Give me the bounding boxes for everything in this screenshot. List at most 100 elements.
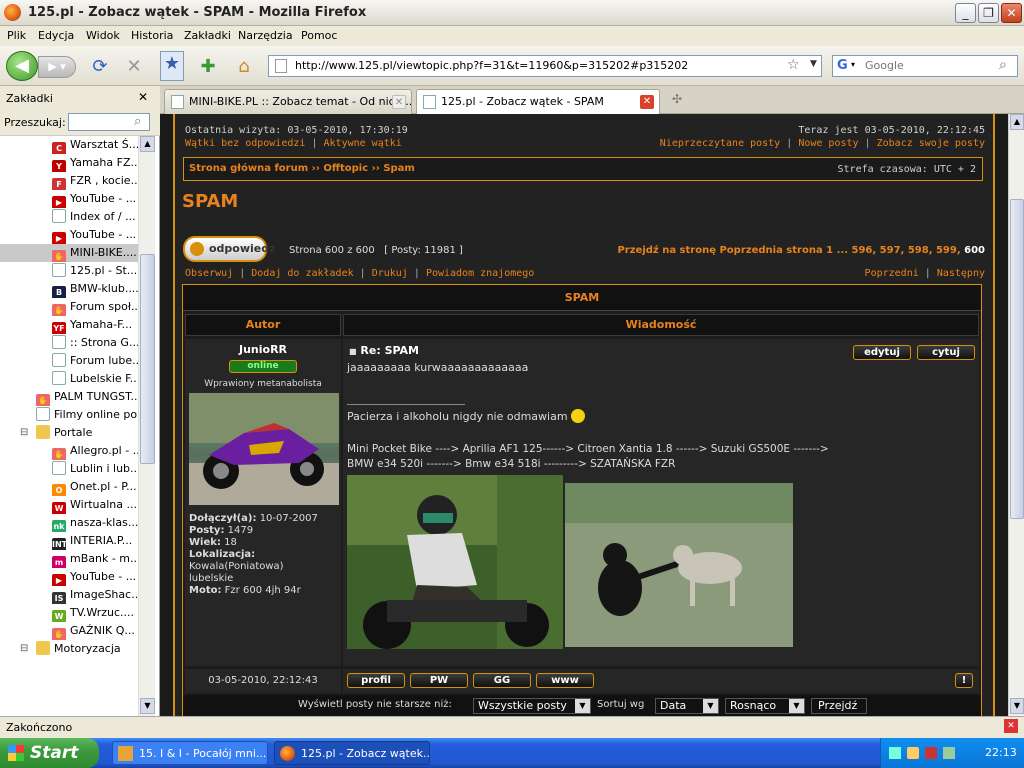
tray-volume-icon[interactable] (907, 747, 919, 759)
edit-button[interactable]: edytuj (853, 345, 911, 360)
back-button[interactable]: ◀ (6, 51, 38, 81)
bookmark-star-icon[interactable]: ★ (160, 51, 184, 81)
search-bar[interactable]: G ▾ ⌕ (832, 55, 1018, 77)
next-topic-link[interactable]: Następny (937, 268, 985, 279)
link-unanswered[interactable]: Wątki bez odpowiedzi (185, 138, 305, 149)
close-window-button[interactable]: ✕ (1001, 3, 1022, 23)
link-unread[interactable]: Nieprzeczytane posty (660, 138, 780, 149)
bookmark-item[interactable]: 125.pl - St... (0, 262, 138, 280)
google-icon[interactable]: G (837, 58, 848, 73)
tab-125pl[interactable]: 125.pl - Zobacz wątek - SPAM ✕ (416, 89, 660, 115)
scroll-down-icon[interactable]: ▼ (1010, 698, 1024, 714)
bookmark-link[interactable]: Dodaj do zakładek (251, 268, 353, 279)
star-icon[interactable]: ☆ (787, 57, 800, 73)
topic-title[interactable]: SPAM (182, 191, 238, 212)
page-link[interactable]: 598 (908, 245, 929, 256)
tray-network-icon[interactable] (889, 747, 901, 759)
tab-mini-bike[interactable]: MINI-BIKE.PL :: Zobacz temat - Od nich..… (164, 89, 412, 114)
bookmark-item[interactable]: ✋ PALM TUNGST... (0, 388, 138, 406)
bookmark-item[interactable]: ✋ MINI-BIKE.... (0, 244, 138, 262)
bookmark-item[interactable]: Index of / ... (0, 208, 138, 226)
author-name[interactable]: JunioRR (185, 343, 341, 356)
sort-order-select[interactable]: Rosnąco ▼ (725, 698, 805, 714)
folder-toggle-icon[interactable]: ⊟ (20, 640, 28, 658)
scroll-up-icon[interactable]: ▲ (1010, 114, 1024, 130)
bookmark-item[interactable]: Lubelskie F... (0, 370, 138, 388)
watch-link[interactable]: Obserwuj (185, 268, 233, 279)
bookmark-item[interactable]: m mBank - m... (0, 550, 138, 568)
scroll-down-icon[interactable]: ▼ (140, 698, 155, 714)
bookmark-item[interactable]: ✋ Allegro.pl - ... (0, 442, 138, 460)
bookmark-item[interactable]: Y Yamaha FZ... (0, 154, 138, 172)
days-select[interactable]: Wszystkie posty ▼ (473, 698, 591, 714)
taskbar-item-winamp[interactable]: 15. I & I - Pocałój mni... (112, 741, 268, 765)
quote-button[interactable]: cytuj (917, 345, 975, 360)
search-icon[interactable]: ⌕ (999, 57, 1007, 73)
taskbar-item-firefox[interactable]: 125.pl - Zobacz wątek... (274, 741, 430, 765)
tab-close-icon[interactable]: ✕ (392, 95, 406, 109)
www-button[interactable]: www (536, 673, 594, 688)
bookmark-item[interactable]: ▶ YouTube - ... (0, 226, 138, 244)
sidebar-scroll-thumb[interactable] (140, 254, 155, 464)
post-subject[interactable]: ■ Re: SPAM (349, 344, 419, 357)
menu-file[interactable]: Plik (7, 29, 26, 42)
tab-list-icon[interactable]: ✣ (672, 92, 682, 106)
bookmark-item[interactable]: Forum lube... (0, 352, 138, 370)
sort-key-select[interactable]: Data ▼ (655, 698, 719, 714)
sidebar-search-icon[interactable]: ⌕ (134, 114, 141, 129)
bookmark-folder[interactable]: ⊟ Motoryzacja (0, 640, 138, 658)
addon-icon[interactable]: ✕ (1004, 719, 1018, 733)
menu-history[interactable]: Historia (131, 29, 173, 42)
bookmark-item[interactable]: ✋ Forum społ... (0, 298, 138, 316)
scroll-up-icon[interactable]: ▲ (140, 136, 155, 152)
page-link[interactable]: 599 (936, 245, 957, 256)
bookmark-item[interactable]: ▶ YouTube - ... (0, 568, 138, 586)
url-bar[interactable]: ☆ ▼ (268, 55, 822, 77)
folder-toggle-icon[interactable]: ⊟ (20, 424, 28, 442)
bookmark-item[interactable]: C Warsztat Ś... (0, 136, 138, 154)
new-tab-icon[interactable]: ✚ (196, 55, 220, 79)
reload-icon[interactable]: ⟳ (88, 55, 112, 79)
menu-view[interactable]: Widok (86, 29, 120, 42)
profile-button[interactable]: profil (347, 673, 405, 688)
report-icon[interactable]: ! (955, 673, 973, 688)
print-link[interactable]: Drukuj (372, 268, 408, 279)
pm-button[interactable]: PW (410, 673, 468, 688)
tab-close-icon[interactable]: ✕ (640, 95, 654, 109)
url-input[interactable] (295, 59, 775, 72)
bookmark-item[interactable]: Filmy online po... (0, 406, 138, 424)
page-link[interactable]: 596 (852, 245, 873, 256)
bookmark-item[interactable]: YF Yamaha-F... (0, 316, 138, 334)
link-active[interactable]: Aktywne wątki (324, 138, 402, 149)
gg-button[interactable]: GG (473, 673, 531, 688)
page-link[interactable]: 597 (880, 245, 901, 256)
tray-app-icon[interactable] (943, 747, 955, 759)
menu-edit[interactable]: Edycja (38, 29, 74, 42)
link-new[interactable]: Nowe posty (798, 138, 858, 149)
page-scroll-thumb[interactable] (1010, 199, 1024, 519)
minimize-button[interactable]: _ (955, 3, 976, 23)
reply-button[interactable]: odpowiedz (183, 236, 276, 262)
goto-label[interactable]: Przejdź na stronę Poprzednia strona 1 ..… (617, 245, 848, 256)
forward-button[interactable]: ▶ ▾ (38, 56, 76, 78)
bookmark-item[interactable]: ▶ YouTube - ... (0, 190, 138, 208)
bookmark-item[interactable]: W Wirtualna ... (0, 496, 138, 514)
maximize-button[interactable]: ❐ (978, 3, 999, 23)
bookmark-item[interactable]: INT INTERIA.P... (0, 532, 138, 550)
go-button[interactable]: Przejdź (811, 698, 867, 714)
page-scrollbar[interactable]: ▲ ▼ (1008, 114, 1024, 716)
menu-tools[interactable]: Narzędzia (238, 29, 293, 42)
bookmark-item[interactable]: :: Strona G... (0, 334, 138, 352)
bookmark-item[interactable]: Lublin i lub... (0, 460, 138, 478)
link-own[interactable]: Zobacz swoje posty (877, 138, 985, 149)
start-button[interactable]: Start (0, 738, 99, 768)
notify-friend-link[interactable]: Powiadom znajomego (426, 268, 534, 279)
bookmark-folder[interactable]: ⊟ Portale (0, 424, 138, 442)
menu-help[interactable]: Pomoc (301, 29, 337, 42)
home-icon[interactable]: ⌂ (232, 55, 256, 79)
prev-topic-link[interactable]: Poprzedni (865, 268, 919, 279)
bookmark-item[interactable]: IS ImageShac... (0, 586, 138, 604)
breadcrumb[interactable]: Strona główna forum ›› Offtopic ›› Spam (189, 163, 415, 174)
search-input[interactable] (865, 59, 995, 72)
bookmark-item[interactable]: W TV.Wrzuc.... (0, 604, 138, 622)
